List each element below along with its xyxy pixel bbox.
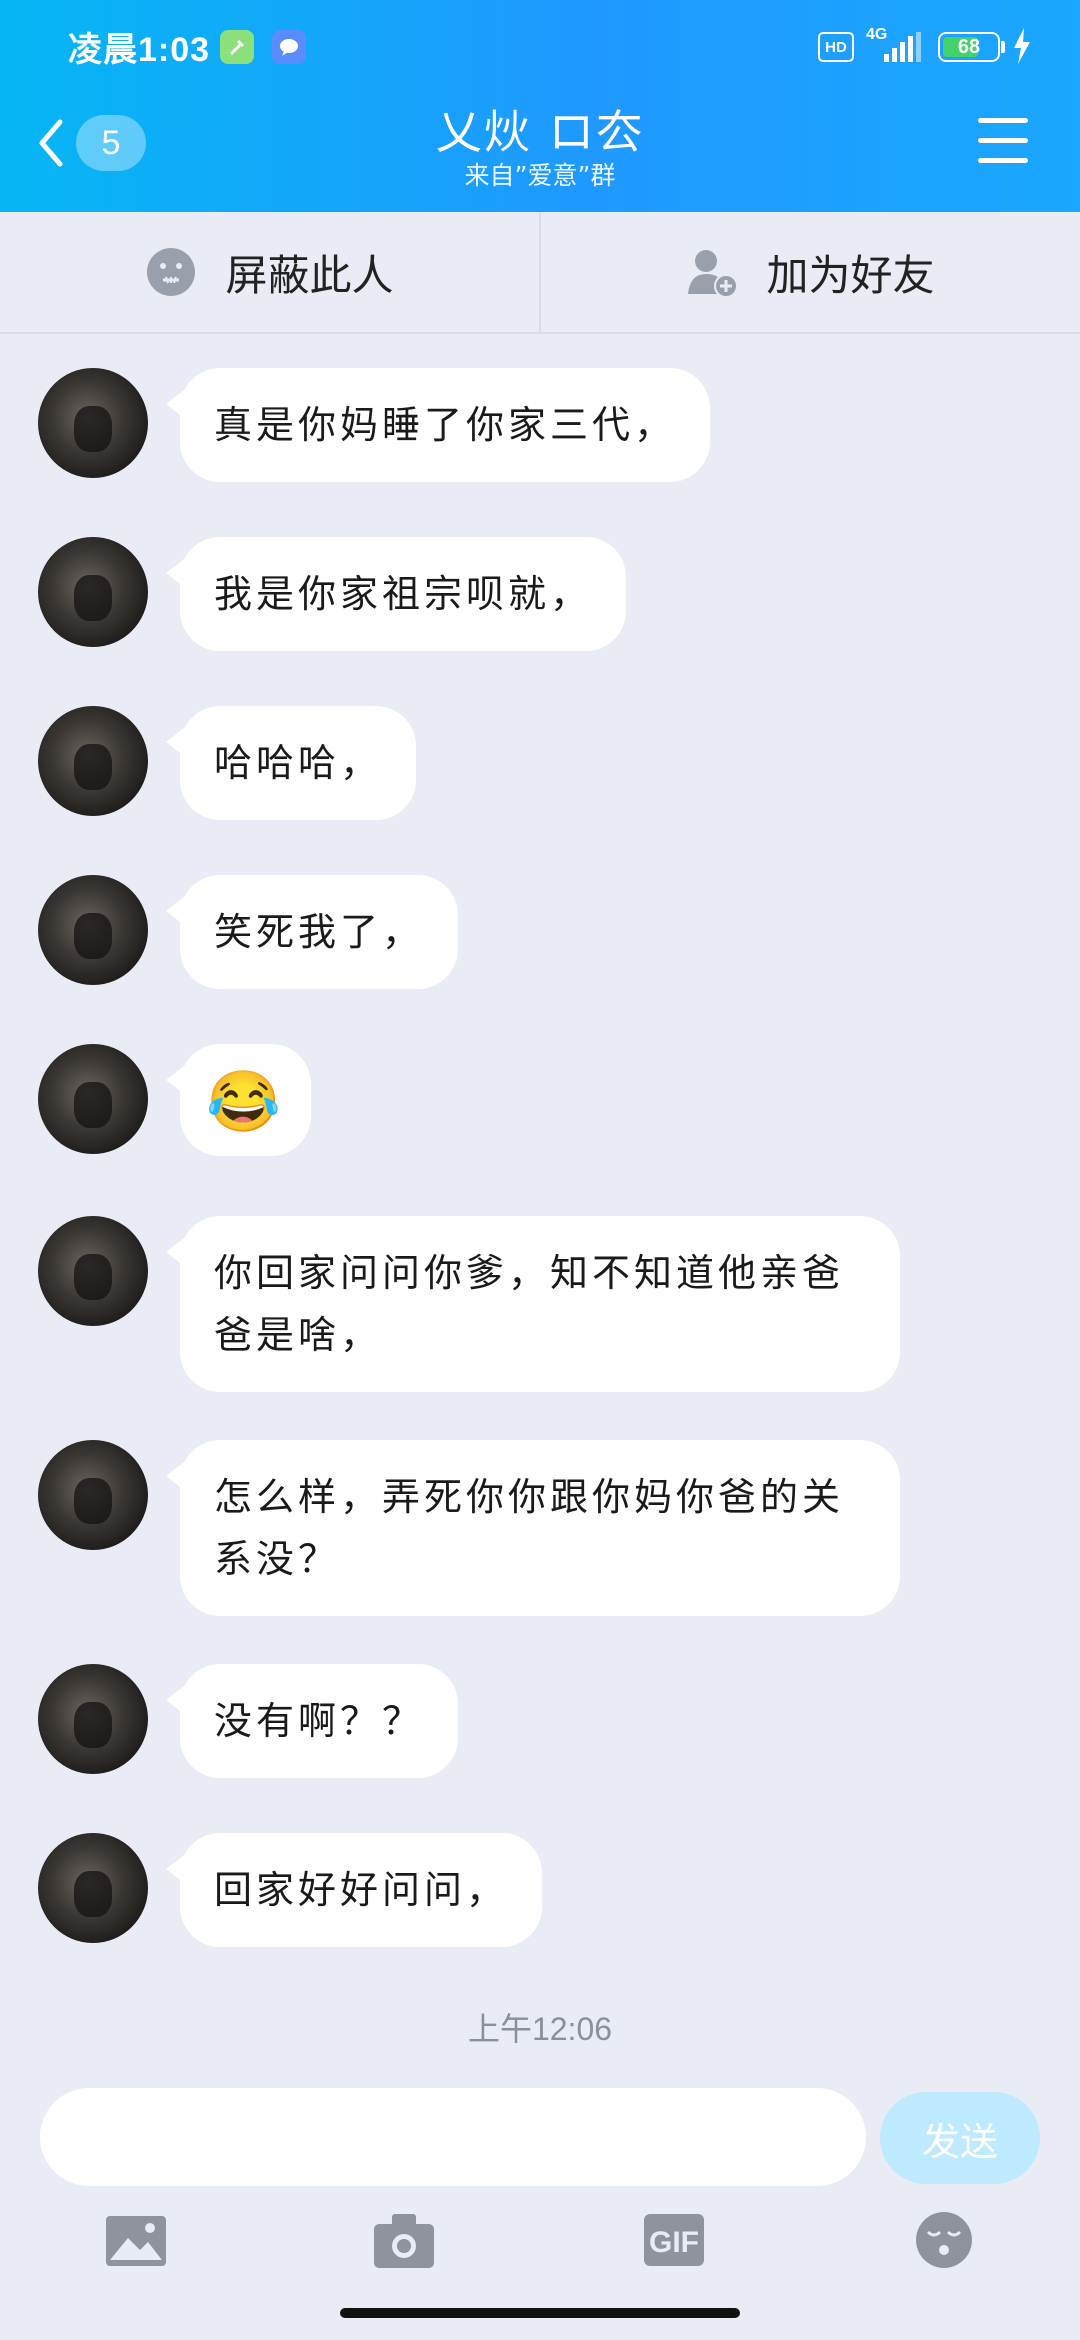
message-bubble[interactable]: 没有啊？？ xyxy=(180,1664,459,1778)
sender-avatar[interactable] xyxy=(38,1664,148,1774)
bubble-tail xyxy=(166,1066,184,1094)
gif-icon[interactable]: GIF xyxy=(642,2210,706,2270)
send-button[interactable]: 发送 xyxy=(880,2092,1040,2184)
facepalm-laugh-emoji: 😂 xyxy=(206,1067,285,1137)
bubble-tail xyxy=(166,559,184,587)
bottom-toolbar: GIF xyxy=(0,2210,1080,2280)
add-friend-label: 加为好友 xyxy=(766,250,935,300)
home-indicator[interactable] xyxy=(340,2308,740,2318)
message-row: 哈哈哈， xyxy=(38,706,417,820)
bubble-tail xyxy=(166,390,184,418)
message-timestamp: 上午12:06 xyxy=(467,2011,613,2047)
message-bubble[interactable]: 怎么样，弄死你你跟你妈你爸的关系没？ xyxy=(180,1440,900,1616)
battery-level: 68 xyxy=(957,35,981,58)
message-bubble[interactable]: 你回家问问你爹，知不知道他亲爸爸是啥， xyxy=(180,1216,900,1392)
message-row: 真是你妈睡了你家三代， xyxy=(38,368,711,482)
message-row: 😂 xyxy=(38,1044,311,1156)
message-row: 怎么样，弄死你你跟你妈你爸的关系没？ xyxy=(38,1440,900,1616)
hd-badge: HD xyxy=(818,32,854,62)
message-bubble[interactable]: 哈哈哈， xyxy=(180,706,417,820)
message-row: 回家好好问问， xyxy=(38,1833,543,1947)
stranger-action-bar: 屏蔽此人 加为好友 xyxy=(0,212,1080,334)
message-bubble[interactable]: 😂 xyxy=(180,1044,311,1156)
sender-avatar[interactable] xyxy=(38,1833,148,1943)
chat-header: 凌晨1:03 HD 4G 68 5 乂炏 ロ厺 来自”爱意”群 xyxy=(0,0,1080,212)
sticker-face-icon[interactable] xyxy=(912,2210,976,2270)
bubble-tail xyxy=(166,897,184,925)
sender-avatar[interactable] xyxy=(38,875,148,985)
sender-avatar[interactable] xyxy=(38,1440,148,1550)
menu-icon-line xyxy=(978,158,1028,163)
message-row: 没有啊？？ xyxy=(38,1664,459,1778)
menu-icon-line xyxy=(978,138,1028,143)
block-user-label: 屏蔽此人 xyxy=(225,250,394,300)
chat-title: 乂炏 ロ厺 xyxy=(435,105,645,159)
block-user-button[interactable]: 屏蔽此人 xyxy=(0,212,541,332)
signal-icon xyxy=(884,32,921,62)
sender-avatar[interactable] xyxy=(38,368,148,478)
sender-avatar[interactable] xyxy=(38,537,148,647)
bubble-tail xyxy=(166,1686,184,1714)
bubble-tail xyxy=(166,1462,184,1490)
block-face-icon xyxy=(147,248,196,296)
sender-avatar[interactable] xyxy=(38,1216,148,1326)
camera-icon[interactable] xyxy=(372,2210,436,2270)
menu-button[interactable] xyxy=(978,118,1028,164)
bubble-tail xyxy=(166,1855,184,1883)
add-friend-icon xyxy=(688,250,739,298)
message-bubble[interactable]: 我是你家祖宗呗就， xyxy=(180,537,627,651)
message-bubble[interactable]: 笑死我了， xyxy=(180,875,459,989)
message-input[interactable] xyxy=(40,2088,866,2186)
message-row: 我是你家祖宗呗就， xyxy=(38,537,627,651)
charging-bolt-icon xyxy=(1014,28,1030,64)
image-icon[interactable] xyxy=(104,2210,168,2270)
battery-tip xyxy=(1001,41,1005,53)
gif-label: GIF xyxy=(649,2226,699,2259)
message-row: 笑死我了， xyxy=(38,875,459,989)
menu-icon-line xyxy=(978,118,1028,123)
bubble-tail xyxy=(166,1238,184,1266)
tool-app-icon xyxy=(220,30,254,64)
sender-avatar[interactable] xyxy=(38,706,148,816)
status-time: 凌晨1:03 xyxy=(68,31,211,69)
message-bubble[interactable]: 真是你妈睡了你家三代， xyxy=(180,368,711,482)
add-friend-button[interactable]: 加为好友 xyxy=(541,212,1080,332)
sender-avatar[interactable] xyxy=(38,1044,148,1154)
bubble-tail xyxy=(166,728,184,756)
message-row: 你回家问问你爹，知不知道他亲爸爸是啥， xyxy=(38,1216,900,1392)
battery-icon: 68 xyxy=(938,32,1000,62)
message-bubble[interactable]: 回家好好问问， xyxy=(180,1833,543,1947)
chat-app-icon xyxy=(272,30,306,64)
chat-subtitle: 来自”爱意”群 xyxy=(464,161,616,190)
